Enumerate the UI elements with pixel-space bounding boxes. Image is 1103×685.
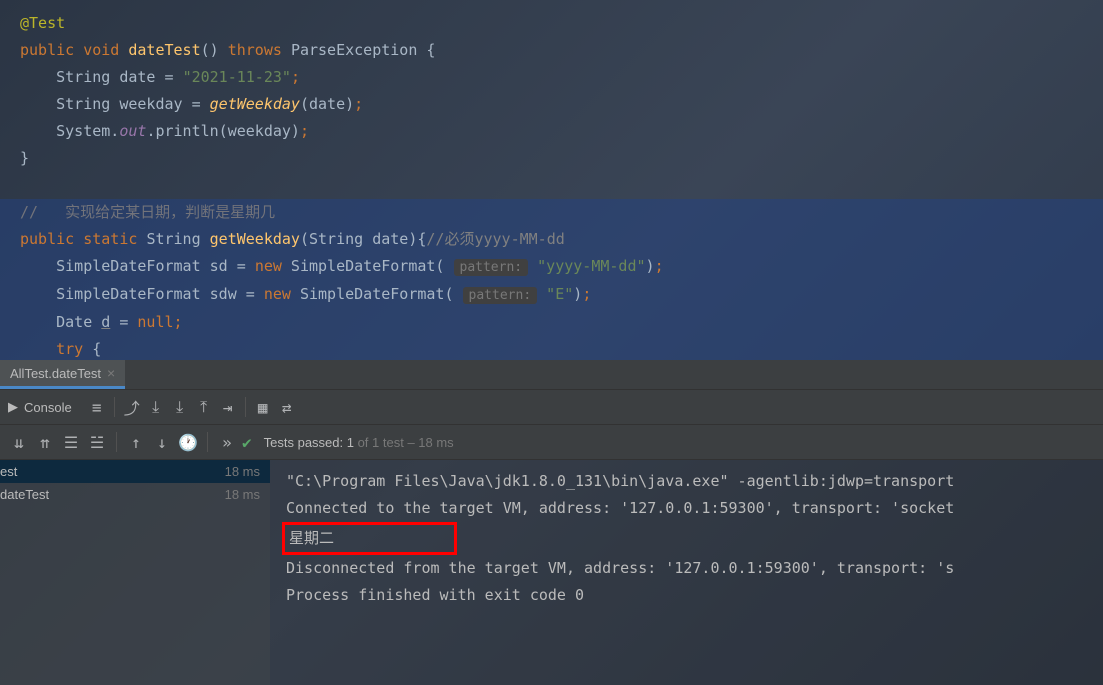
run-tab-bar: AllTest.dateTest × — [0, 360, 1103, 390]
list-icon[interactable]: ≡ — [86, 396, 108, 418]
expand-icon[interactable]: » — [216, 431, 238, 453]
tab-label: AllTest.dateTest — [10, 366, 101, 381]
annotation: @Test — [20, 14, 65, 32]
parameter-hint: pattern: — [454, 259, 529, 276]
run-tab[interactable]: AllTest.dateTest × — [0, 360, 125, 389]
check-icon: ✔ — [242, 433, 252, 452]
console-tab[interactable]: ▶ Console — [8, 399, 72, 415]
output-line: "C:\Program Files\Java\jdk1.8.0_131\bin\… — [286, 468, 1103, 495]
upload-icon[interactable]: ⤒ — [193, 396, 215, 418]
play-icon: ▶ — [8, 399, 18, 415]
test-tree[interactable]: est 18 ms dateTest 18 ms — [0, 460, 270, 685]
arrow-down-icon[interactable]: ↓ — [151, 431, 173, 453]
tree-row[interactable]: est 18 ms — [0, 460, 270, 483]
table-icon[interactable]: ▦ — [252, 396, 274, 418]
sort-down-icon[interactable]: ⇊ — [8, 431, 30, 453]
download-icon[interactable]: ⤓ — [169, 396, 191, 418]
code-editor[interactable]: @Test public void dateTest() throws Pars… — [0, 0, 1103, 360]
output-line: Connected to the target VM, address: '12… — [286, 495, 1103, 522]
output-line: Disconnected from the target VM, address… — [286, 555, 1103, 582]
export-icon[interactable]: ⤴ — [121, 396, 143, 418]
history-icon[interactable]: 🕐 — [177, 431, 199, 453]
steps-icon[interactable]: ⇥ — [217, 396, 239, 418]
test-status: Tests passed: 1 of 1 test – 18 ms — [264, 435, 454, 450]
tree-row[interactable]: dateTest 18 ms — [0, 483, 270, 506]
wrap-icon[interactable]: ⇄ — [276, 396, 298, 418]
download-icon[interactable]: ⤓ — [145, 396, 167, 418]
console-toolbar: ▶ Console ≡ ⤴ ⤓ ⤓ ⤒ ⇥ ▦ ⇄ — [0, 390, 1103, 425]
console-output[interactable]: "C:\Program Files\Java\jdk1.8.0_131\bin\… — [270, 460, 1103, 685]
filter-icon[interactable]: ☰ — [60, 431, 82, 453]
parameter-hint: pattern: — [463, 287, 538, 304]
arrow-up-icon[interactable]: ↑ — [125, 431, 147, 453]
close-icon[interactable]: × — [107, 365, 115, 381]
highlighted-output: 星期二 — [282, 522, 457, 555]
filter-icon[interactable]: ☱ — [86, 431, 108, 453]
test-toolbar: ⇊ ⇈ ☰ ☱ ↑ ↓ 🕐 » ✔ Tests passed: 1 of 1 t… — [0, 425, 1103, 460]
sort-up-icon[interactable]: ⇈ — [34, 431, 56, 453]
output-line: Process finished with exit code 0 — [286, 582, 1103, 609]
